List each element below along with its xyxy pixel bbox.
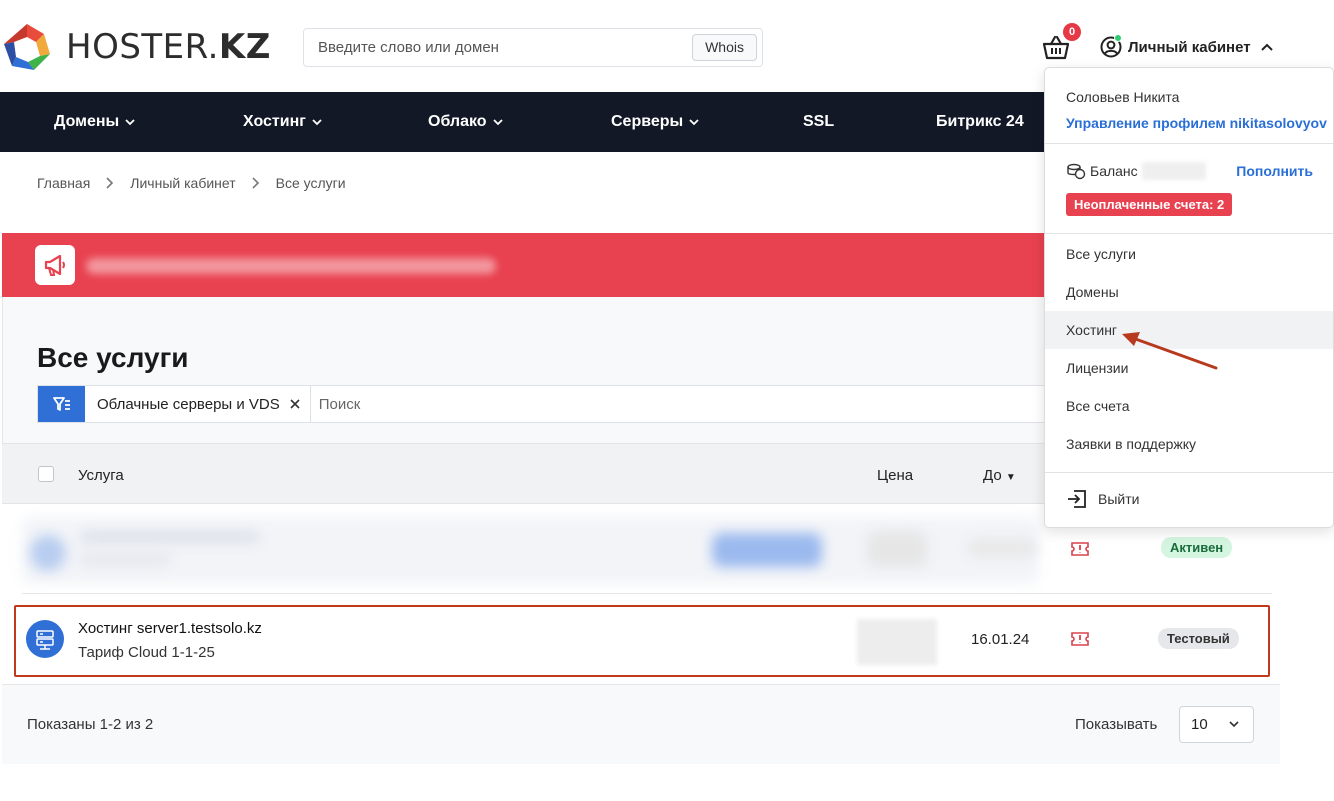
per-page-value: 10 — [1191, 716, 1208, 733]
chevron-down-icon — [1229, 721, 1239, 728]
filter-icon — [53, 397, 70, 411]
column-service[interactable]: Услуга — [78, 467, 124, 484]
chevron-right-icon — [252, 177, 259, 189]
nav-label: Битрикс 24 — [936, 113, 1024, 130]
column-until[interactable]: До ▼ — [983, 467, 1016, 484]
megaphone-icon — [35, 245, 75, 285]
unpaid-invoices-badge[interactable]: Неоплаченные счета: 2 — [1066, 193, 1233, 216]
account-dropdown: Соловьев Никита Управление профилем niki… — [1044, 67, 1334, 528]
page-title: Все услуги — [37, 342, 189, 373]
server-icon — [26, 620, 64, 658]
support-ticket-icon[interactable] — [1070, 539, 1090, 559]
divider — [1045, 472, 1333, 473]
logo-text: HOSTER.KZ — [66, 27, 271, 67]
whois-button[interactable]: Whois — [692, 34, 757, 61]
column-price[interactable]: Цена — [877, 467, 913, 484]
cart-count-badge: 0 — [1063, 23, 1081, 41]
per-page-select[interactable]: 10 — [1179, 706, 1254, 743]
chevron-down-icon — [492, 119, 503, 126]
filter-chip: Облачные серверы и VDS — [85, 386, 311, 422]
pagination-summary: Показаны 1-2 из 2 — [27, 716, 154, 733]
per-page-label: Показывать — [1075, 716, 1158, 733]
logout-icon — [1068, 490, 1086, 508]
manage-profile-link[interactable]: Управление профилем nikitasolovyov — [1066, 115, 1327, 131]
nav-label: SSL — [803, 113, 835, 130]
breadcrumb-account[interactable]: Личный кабинет — [130, 175, 235, 191]
blurred-price — [857, 619, 937, 665]
breadcrumb: Главная Личный кабинет Все услуги — [37, 175, 346, 191]
user-circle-icon — [1100, 34, 1122, 58]
nav-label: Облако — [428, 113, 487, 130]
service-name[interactable]: Хостинг server1.testsolo.kz — [78, 620, 262, 637]
balance-row: Баланс — [1066, 162, 1138, 180]
service-until-date: 16.01.24 — [971, 631, 1030, 648]
menu-item-domains[interactable]: Домены — [1045, 273, 1333, 311]
support-ticket-icon[interactable] — [1070, 629, 1090, 649]
user-name: Соловьев Никита — [1066, 89, 1180, 105]
logout-button[interactable]: Выйти — [1066, 489, 1139, 509]
menu-item-all-services[interactable]: Все услуги — [1045, 235, 1333, 273]
chevron-down-icon — [125, 119, 135, 126]
service-plan: Тариф Cloud 1-1-25 — [78, 644, 215, 661]
menu-item-support-tickets[interactable]: Заявки в поддержку — [1045, 425, 1333, 463]
coins-icon — [1067, 163, 1086, 180]
status-badge: Тестовый — [1158, 628, 1239, 649]
chevron-down-icon — [312, 119, 322, 126]
filter-chip-label: Облачные серверы и VDS — [97, 395, 280, 413]
nav-label: Хостинг — [243, 113, 306, 130]
nav-item-ssl[interactable]: SSL — [803, 113, 834, 131]
nav-label: Серверы — [611, 113, 684, 130]
account-label: Личный кабинет — [1128, 38, 1251, 56]
breadcrumb-current: Все услуги — [275, 175, 346, 191]
nav-item-cloud[interactable]: Облако — [428, 113, 503, 131]
hoster-logo-icon — [4, 24, 50, 70]
filter-bar: Облачные серверы и VDS — [37, 385, 1047, 423]
divider — [1045, 143, 1333, 144]
account-menu-toggle[interactable]: Личный кабинет — [1100, 34, 1273, 58]
blurred-announcement-text — [86, 258, 496, 274]
chevron-right-icon — [106, 177, 114, 189]
nav-item-bitrix24[interactable]: Битрикс 24 — [936, 113, 1024, 131]
topup-link[interactable]: Пополнить — [1236, 163, 1313, 179]
menu-item-all-invoices[interactable]: Все счета — [1045, 387, 1333, 425]
nav-item-hosting[interactable]: Хостинг — [243, 113, 322, 131]
close-icon[interactable] — [290, 399, 300, 409]
annotation-arrow-icon — [1122, 332, 1218, 370]
select-all-checkbox[interactable] — [38, 466, 54, 482]
chevron-down-icon — [689, 119, 699, 126]
domain-search: Whois — [303, 28, 763, 67]
balance-label: Баланс — [1090, 163, 1138, 179]
breadcrumb-home[interactable]: Главная — [37, 175, 90, 191]
table-row[interactable] — [22, 517, 1039, 584]
domain-search-input[interactable] — [318, 39, 678, 56]
status-badge: Активен — [1161, 537, 1233, 558]
logo[interactable]: HOSTER.KZ — [0, 20, 271, 74]
blurred-balance — [1142, 162, 1206, 180]
nav-item-domains[interactable]: Домены — [54, 113, 135, 131]
logout-label: Выйти — [1098, 491, 1140, 507]
row-divider — [22, 593, 1272, 594]
divider — [1045, 233, 1333, 234]
filter-toggle-button[interactable] — [38, 386, 85, 422]
online-status-dot — [1114, 34, 1122, 42]
sort-down-icon: ▼ — [1005, 472, 1016, 483]
services-search-input[interactable] — [310, 386, 1046, 422]
chevron-up-icon — [1260, 43, 1273, 51]
nav-label: Домены — [54, 113, 120, 130]
nav-item-servers[interactable]: Серверы — [611, 113, 699, 131]
